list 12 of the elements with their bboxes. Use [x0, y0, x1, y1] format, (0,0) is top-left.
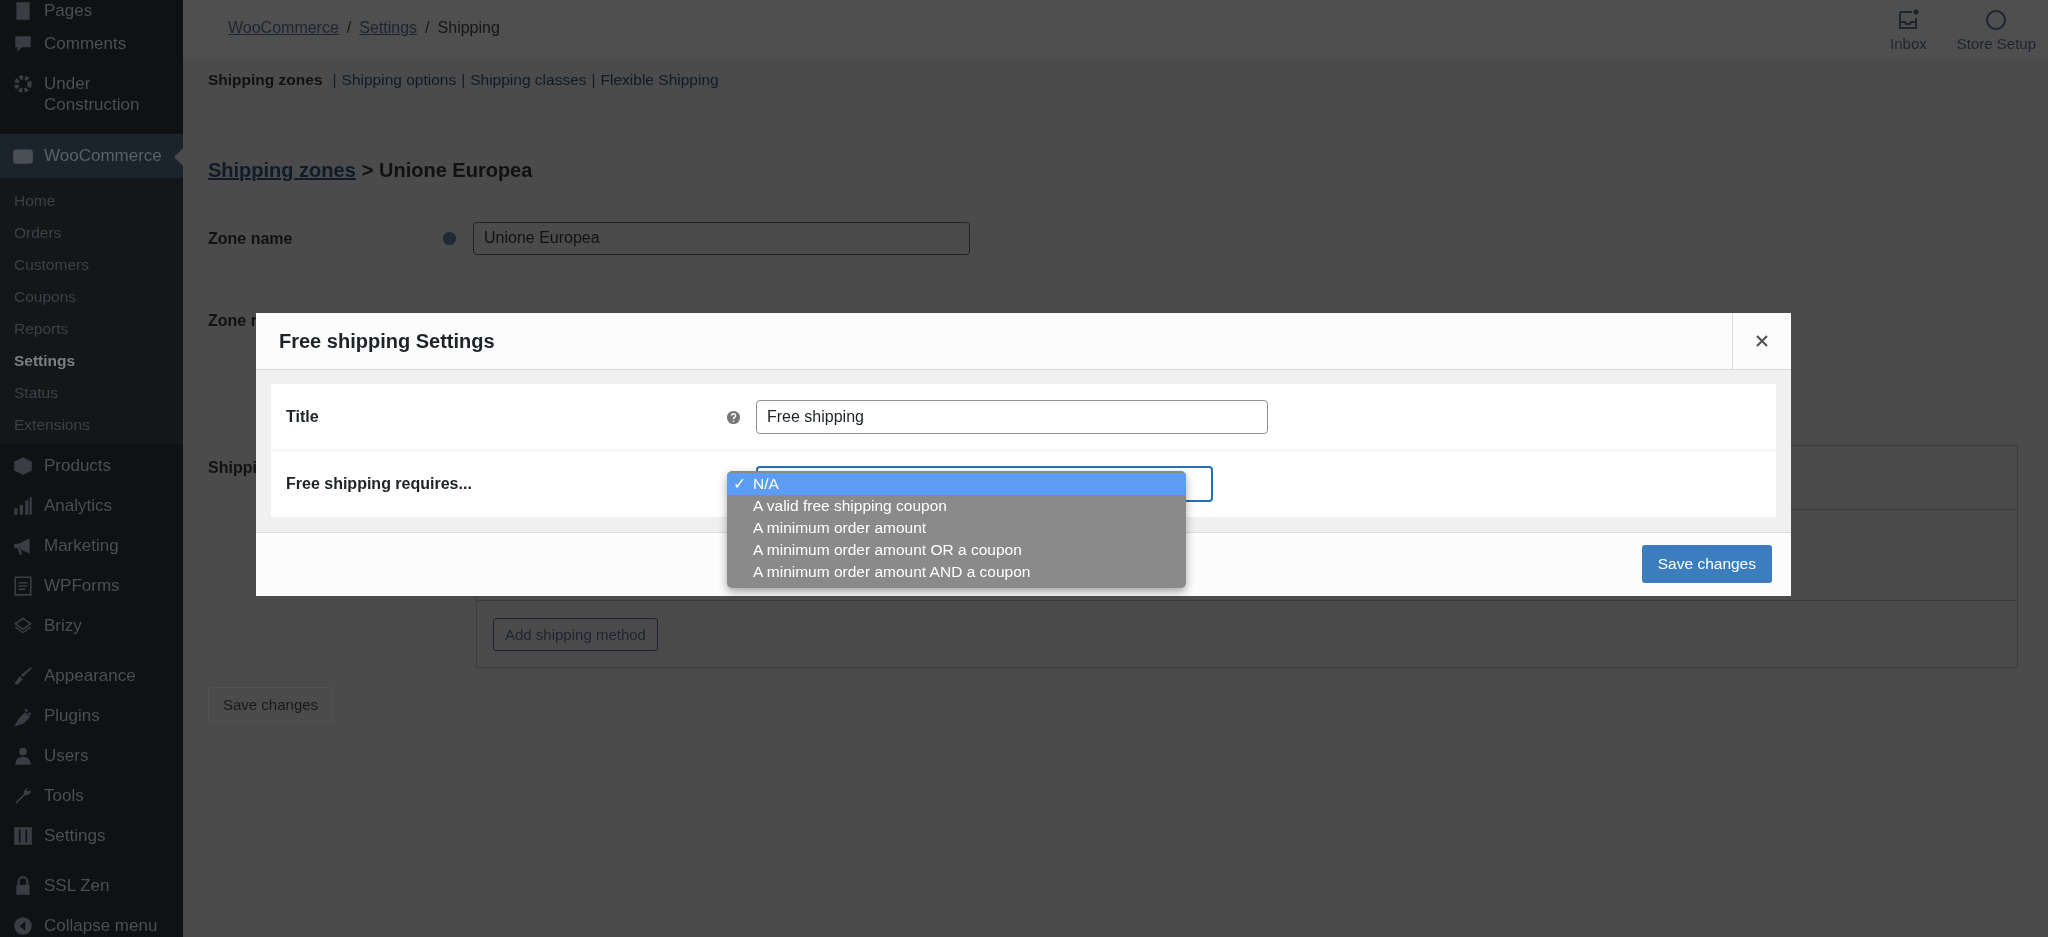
zone-heading: > Unione Europea [361, 159, 533, 182]
field-label: Free shipping requires... [286, 475, 472, 492]
breadcrumb-separator: / [425, 19, 430, 37]
subnav-separator: | [591, 71, 596, 89]
field-label: Zone name [208, 229, 294, 248]
subnav-separator: | [332, 71, 337, 89]
field-label: Shippi [208, 459, 257, 476]
subnav-separator: | [461, 71, 466, 89]
breadcrumb-separator: / [346, 19, 352, 37]
field-label: Title [286, 408, 319, 425]
modal-title: Free shipping Settings [278, 329, 496, 354]
breadcrumb-current: Shipping [437, 19, 500, 37]
